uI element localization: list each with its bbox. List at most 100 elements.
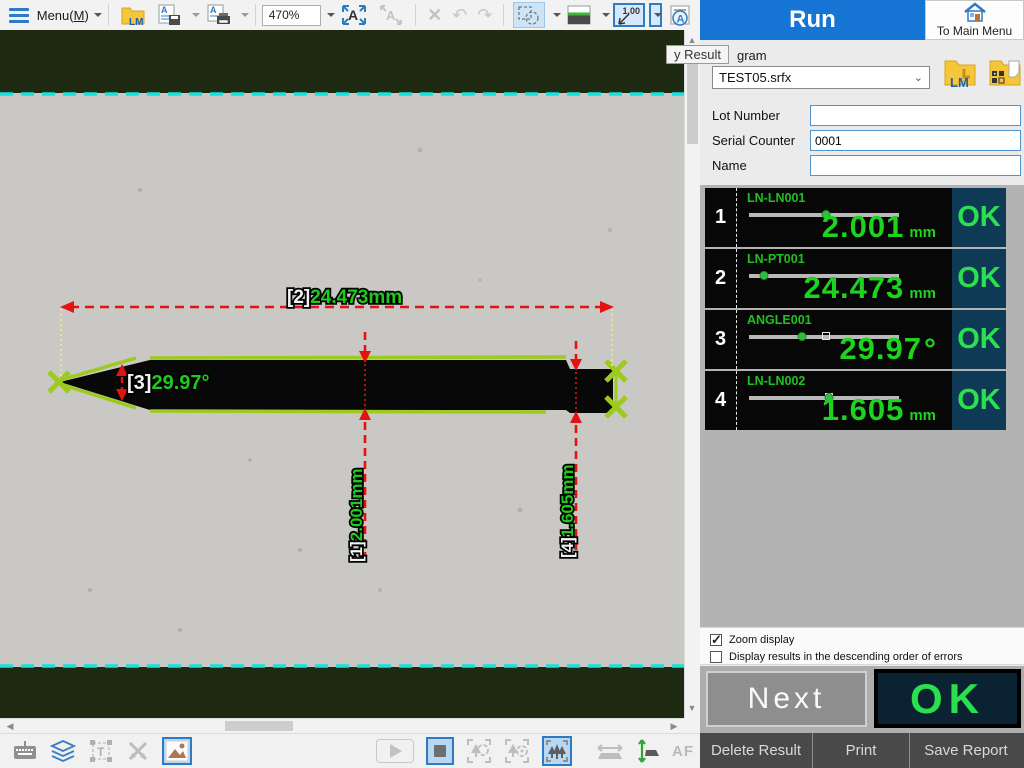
lot-number-label: Lot Number: [712, 108, 780, 123]
serial-counter-label: Serial Counter: [712, 133, 795, 148]
lot-number-input[interactable]: [810, 105, 1021, 126]
program-folder-qr-icon[interactable]: [985, 53, 1024, 91]
measurement-name: LN-LN001: [747, 191, 805, 205]
edge-display-dropdown-caret[interactable]: [602, 13, 610, 17]
save-result-icon[interactable]: A: [154, 2, 184, 28]
scroll-left-icon[interactable]: ◀: [3, 721, 17, 732]
run-play-icon[interactable]: [376, 739, 414, 763]
print-button[interactable]: Print: [812, 733, 910, 768]
edge-display-icon[interactable]: [564, 2, 594, 28]
selection-tool-dropdown-caret[interactable]: [553, 13, 561, 17]
scroll-up-icon[interactable]: ▲: [685, 35, 699, 45]
annotation-label-4: [4]1.605mm: [558, 464, 577, 558]
hamburger-menu-icon[interactable]: [9, 8, 29, 23]
measurement-name: LN-LN002: [747, 374, 805, 388]
stop-icon[interactable]: [426, 737, 454, 765]
horizontal-scroll-thumb[interactable]: [225, 721, 293, 731]
result-row-2[interactable]: 2 LN-PT001 24.473mm OK: [705, 249, 1006, 308]
descending-order-option[interactable]: Display results in the descending order …: [710, 648, 1024, 665]
svg-text:A: A: [676, 14, 684, 26]
camera-viewport[interactable]: [2]24.473mm [3]29.97° [1]2.001mm [4]1.60…: [0, 30, 684, 718]
fit-to-screen-icon[interactable]: A: [338, 2, 370, 28]
result-row-1[interactable]: 1 LN-LN001 2.001mm OK: [705, 188, 1006, 247]
value-indicator: [760, 271, 769, 280]
zoom-level-dropdown-caret[interactable]: [322, 5, 335, 26]
zoom-display-checkbox[interactable]: [710, 634, 722, 646]
transform-tool-icon[interactable]: T: [88, 739, 114, 763]
result-index: 2: [705, 249, 737, 308]
vertical-scroll-thumb[interactable]: [687, 54, 698, 144]
autofocus-region-1-icon[interactable]: [466, 738, 492, 764]
scale-factor-icon[interactable]: 1.00: [613, 3, 645, 27]
ok-button[interactable]: OK: [874, 669, 1021, 728]
multi-point-focus-icon[interactable]: [542, 736, 572, 766]
measurement-unit: mm: [909, 285, 936, 302]
measurement-unit: °: [924, 333, 936, 367]
open-program-lm-icon[interactable]: LM: [118, 2, 148, 28]
annotation-display-icon[interactable]: A: [665, 2, 697, 28]
selection-tool-icon[interactable]: [513, 2, 545, 28]
page-title: Run: [700, 0, 925, 40]
descending-order-label: Display results in the descending order …: [729, 651, 963, 663]
horizontal-scrollbar[interactable]: ◀ ▶: [0, 718, 684, 732]
zoom-level-combobox[interactable]: 470%: [262, 5, 321, 26]
print-dropdown-caret[interactable]: [241, 13, 249, 17]
descending-order-checkbox[interactable]: [710, 651, 722, 663]
measurement-name: ANGLE001: [747, 313, 812, 327]
save-report-button[interactable]: Save Report: [910, 733, 1022, 768]
scale-factor-dropdown-caret[interactable]: [649, 3, 662, 27]
run-panel: gram TEST05.srfx ⌄ LM: [700, 40, 1024, 733]
next-button[interactable]: Next: [706, 671, 867, 727]
action-buttons: Next OK: [700, 666, 1024, 733]
stage-height-icon[interactable]: [636, 738, 660, 764]
result-row-4[interactable]: 4 LN-LN002 1.605mm OK: [705, 371, 1006, 430]
program-folder-lm-icon[interactable]: LM: [940, 53, 980, 91]
status-badge: OK: [952, 310, 1006, 369]
to-main-menu-button[interactable]: To Main Menu: [925, 0, 1024, 40]
serial-counter-row: Serial Counter: [700, 129, 1024, 154]
shrink-text-icon[interactable]: A: [376, 2, 406, 28]
swap-cut-icon[interactable]: [126, 739, 150, 763]
result-row-3[interactable]: 3 ANGLE001 29.97° OK: [705, 310, 1006, 369]
run-fields: Lot Number Serial Counter Name: [700, 104, 1024, 179]
svg-text:A: A: [348, 7, 358, 23]
measurement-unit: mm: [909, 224, 936, 241]
program-select[interactable]: TEST05.srfx ⌄: [712, 66, 930, 89]
menu-button[interactable]: Menu(M): [37, 8, 89, 23]
zoom-display-option[interactable]: Zoom display: [710, 631, 1024, 648]
annotation-label-1: [1]2.001mm: [347, 468, 366, 562]
name-input[interactable]: [810, 155, 1021, 176]
result-index: 1: [705, 188, 737, 247]
program-label: gram: [737, 48, 767, 63]
autofocus-region-2-icon[interactable]: [504, 738, 530, 764]
measurement-value: 1.605: [822, 392, 905, 428]
result-index: 3: [705, 310, 737, 369]
result-footer-bar: Delete Result Print Save Report: [700, 733, 1024, 768]
redo-icon[interactable]: ↷: [475, 2, 494, 28]
scroll-right-icon[interactable]: ▶: [667, 721, 681, 732]
scroll-down-icon[interactable]: ▼: [685, 703, 699, 713]
menu-dropdown-caret[interactable]: [94, 13, 102, 17]
run-header: Run To Main Menu: [700, 0, 1024, 40]
svg-text:A: A: [210, 5, 217, 15]
print-result-icon[interactable]: A: [203, 2, 233, 28]
delete-result-button[interactable]: Delete Result: [700, 733, 812, 768]
layers-icon[interactable]: [50, 739, 76, 763]
af-button[interactable]: AF: [672, 743, 694, 760]
image-capture-icon[interactable]: [162, 737, 192, 765]
save-dropdown-caret[interactable]: [192, 13, 200, 17]
zoom-display-label: Zoom display: [729, 634, 794, 646]
home-icon: [962, 1, 988, 23]
measurement-value: 2.001: [822, 209, 905, 245]
name-label: Name: [712, 158, 747, 173]
vertical-scrollbar[interactable]: ▲ ▼: [684, 30, 699, 718]
undo-icon[interactable]: ↶: [450, 2, 469, 28]
annotation-label-2: [2]24.473mm: [287, 287, 402, 308]
stage-width-icon[interactable]: [596, 740, 624, 762]
delete-icon[interactable]: ✕: [425, 2, 444, 28]
to-main-menu-label: To Main Menu: [937, 24, 1012, 38]
name-row: Name: [700, 154, 1024, 179]
results-list: 1 LN-LN001 2.001mm OK 2: [705, 188, 1006, 432]
serial-counter-input[interactable]: [810, 130, 1021, 151]
keyboard-icon[interactable]: [12, 741, 38, 761]
